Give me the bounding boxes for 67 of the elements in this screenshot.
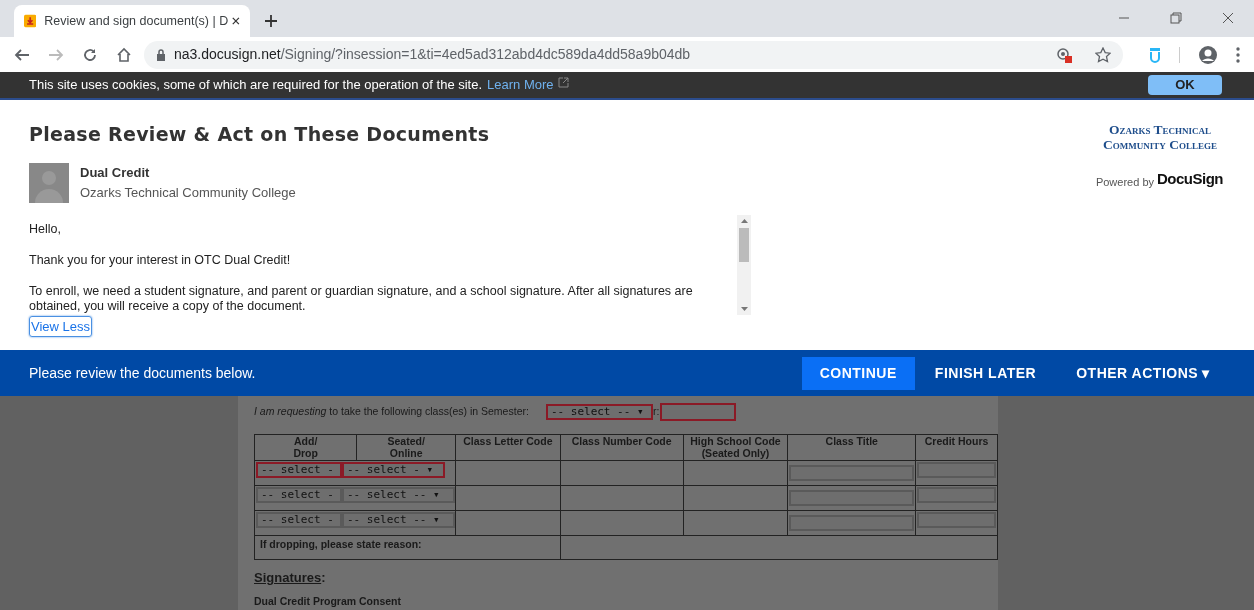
column-header: Add/ Drop — [254, 434, 357, 461]
scrollbar[interactable] — [737, 214, 751, 315]
scroll-down-icon[interactable] — [740, 306, 748, 311]
action-bar-text: Please review the documents below. — [29, 363, 256, 383]
view-less-button[interactable]: View Less — [29, 315, 92, 337]
scroll-up-icon[interactable] — [740, 218, 748, 223]
address-bar[interactable]: na3.docusign.net/Signing/?insession=1&ti=4ed5ad312abd4dc589da4dd58a9b04db — [144, 40, 1123, 69]
class-title-field[interactable] — [789, 515, 915, 531]
continue-button[interactable]: CONTINUE — [801, 356, 915, 390]
credit-hours-field[interactable] — [917, 462, 996, 478]
external-link-icon — [557, 76, 569, 88]
avatar-silhouette — [29, 162, 69, 203]
profile-icon[interactable] — [1198, 44, 1218, 65]
year-field[interactable] — [660, 403, 737, 421]
year-label: r: — [652, 404, 660, 420]
location-blocked-icon[interactable] — [1055, 45, 1073, 64]
message-paragraph: To enroll, we need a student signature, and parent or guardian signature, and a school signature. After all signatures are obtained, you will receive a copy of the document. — [29, 283, 694, 314]
select-field[interactable]: -- select - ▾ — [342, 462, 445, 478]
new-tab-icon[interactable] — [264, 14, 278, 28]
drop-reason-label: If dropping, please state reason: — [259, 537, 423, 552]
select-field[interactable]: -- select - — [256, 512, 342, 528]
restore-icon[interactable] — [1170, 12, 1182, 24]
cookie-text: This site uses cookies, some of which are required for the operation of the site. — [29, 76, 483, 95]
browser-tab[interactable]: Review and sign document(s) | D — [14, 5, 250, 37]
extension-icon[interactable] — [1149, 46, 1161, 63]
learn-more-link[interactable]: Learn More — [487, 75, 554, 95]
menu-icon[interactable] — [1236, 46, 1240, 63]
section-heading: Signatures — [254, 569, 322, 587]
class-title-field[interactable] — [789, 490, 915, 506]
close-icon[interactable] — [232, 16, 240, 26]
select-field[interactable]: -- select - — [256, 462, 342, 478]
sender-name: Dual Credit — [80, 163, 151, 182]
action-button[interactable]: OTHER ACTIONS ▾ — [1056, 356, 1230, 390]
action-button[interactable]: FINISH LATER — [914, 356, 1057, 390]
select-field[interactable]: -- select -- ▾ — [545, 404, 653, 420]
column-header: Class Number Code — [560, 434, 684, 461]
docusign-logo: DocuSign — [1157, 169, 1223, 189]
column-header: Credit Hours — [915, 434, 998, 461]
reload-icon[interactable] — [82, 46, 98, 63]
request-text: I am requesting to take the following class(es) in Semester: — [254, 404, 529, 420]
star-icon[interactable] — [1095, 46, 1111, 63]
message-paragraph: Hello, — [29, 221, 62, 237]
credit-hours-field[interactable] — [917, 487, 996, 503]
download-icon — [24, 13, 37, 29]
credit-hours-field[interactable] — [917, 512, 996, 528]
close-icon[interactable] — [1222, 12, 1234, 24]
logo-text: Ozarks Technical — [1108, 122, 1212, 137]
sender-organization: Ozarks Technical Community College — [80, 184, 296, 202]
page-title: Please Review & Act on These Documents — [29, 122, 491, 147]
message-paragraph: Thank you for your interest in OTC Dual Credit! — [29, 252, 292, 268]
select-field[interactable]: -- select -- ▾ — [342, 512, 455, 528]
powered-by-text: Powered by — [1095, 175, 1154, 190]
lock-icon — [156, 48, 166, 61]
logo-text: Community College — [1103, 137, 1217, 152]
class-title-field[interactable] — [789, 465, 915, 481]
home-icon[interactable] — [116, 46, 132, 63]
select-field[interactable]: -- select -- ▾ — [342, 487, 455, 503]
url-text: na3.docusign.net/Signing/?insession=1&ti=4ed5ad312abd4dc589da4dd58a9b04db — [174, 45, 691, 64]
select-field[interactable]: -- select - — [256, 487, 342, 503]
column-header: Class Letter Code — [455, 434, 561, 461]
section-heading-colon: : — [321, 569, 326, 587]
column-header: High School Code (Seated Only) — [683, 434, 788, 461]
column-header: Class Title — [787, 434, 916, 461]
section-subheading: Dual Credit Program Consent — [254, 593, 403, 609]
back-icon[interactable] — [14, 46, 30, 63]
ok-button[interactable]: OK — [1148, 75, 1222, 95]
column-header: Seated/ Online — [356, 434, 456, 461]
